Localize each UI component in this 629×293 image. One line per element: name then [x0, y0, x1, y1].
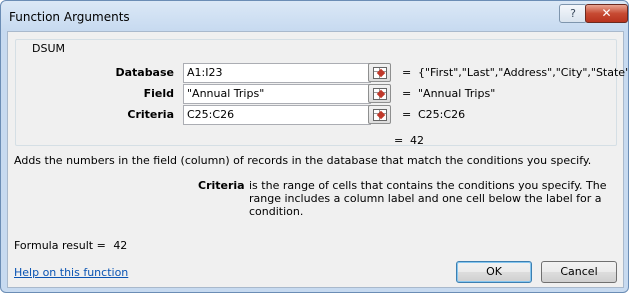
arg-row-criteria: Criteria C25:C26 = C25:C26	[16, 105, 628, 125]
equals-sign: =	[402, 66, 412, 79]
criteria-result: C25:C26	[418, 108, 466, 121]
criteria-label: Criteria	[127, 108, 174, 121]
equals-sign: =	[402, 87, 412, 100]
function-result-value: 42	[410, 134, 424, 147]
help-link[interactable]: Help on this function	[14, 266, 128, 279]
cancel-button[interactable]: Cancel	[541, 261, 617, 283]
help-icon: ?	[570, 7, 576, 20]
function-group: DSUM Database A1:I23 = {"First","Last","…	[15, 39, 628, 146]
database-input[interactable]: A1:I23	[183, 63, 371, 83]
database-collapse-button[interactable]	[368, 63, 391, 82]
field-collapse-button[interactable]	[368, 84, 391, 103]
dialog-title: Function Arguments	[9, 10, 130, 24]
formula-result-label: Formula result =	[14, 239, 106, 252]
field-result: "Annual Trips"	[418, 87, 496, 100]
arg-help-text: is the range of cells that contains the …	[249, 179, 607, 218]
field-label: Field	[143, 87, 174, 100]
function-arguments-dialog: Function Arguments ? ✕ DSUM Database A1:…	[0, 0, 629, 293]
criteria-input[interactable]: C25:C26	[183, 105, 371, 125]
database-label: Database	[115, 66, 174, 79]
title-bar: Function Arguments ? ✕	[1, 1, 628, 31]
arg-help-label: Criteria	[198, 179, 245, 192]
arg-row-database: Database A1:I23 = {"First","Last","Addre…	[16, 63, 628, 83]
arg-row-field: Field "Annual Trips" = "Annual Trips"	[16, 84, 628, 104]
help-button[interactable]: ?	[559, 4, 587, 23]
function-name-label: DSUM	[29, 42, 68, 55]
equals-sign: =	[394, 134, 404, 147]
close-icon: ✕	[601, 6, 612, 20]
field-input[interactable]: "Annual Trips"	[183, 84, 371, 104]
formula-result: Formula result = 42	[14, 239, 127, 252]
close-button[interactable]: ✕	[585, 4, 628, 23]
dialog-body: DSUM Database A1:I23 = {"First","Last","…	[7, 31, 628, 288]
formula-result-value: 42	[113, 239, 128, 252]
function-description: Adds the numbers in the field (column) o…	[14, 154, 592, 167]
criteria-collapse-button[interactable]	[368, 105, 391, 124]
ok-button[interactable]: OK	[456, 261, 532, 283]
equals-sign: =	[402, 108, 412, 121]
database-result: {"First","Last","Address","City","State"…	[418, 66, 628, 79]
